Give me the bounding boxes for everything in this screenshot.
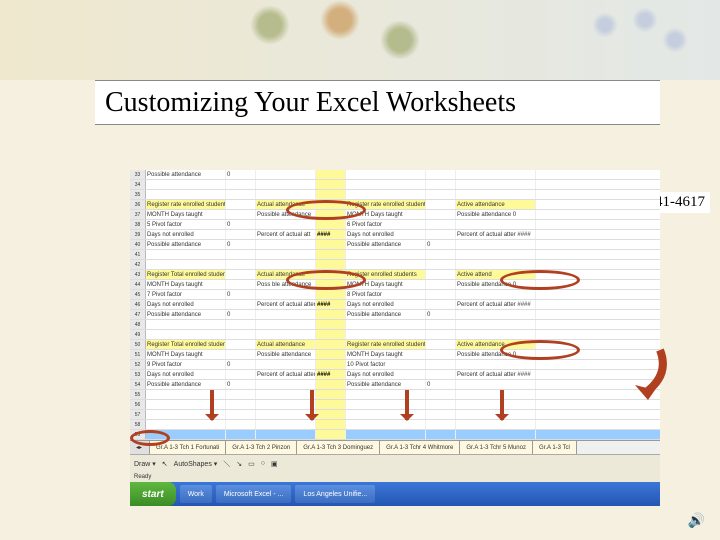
sheet-tab[interactable]: Gr.A 1-3 Tch 1 Fortunati — [150, 441, 226, 454]
leaf-decoration — [320, 0, 360, 40]
draw-toolbar: Draw ▾ ↖ AutoShapes ▾ ＼ ↘ ▭ ○ ▣ — [130, 454, 660, 472]
sheet-tab[interactable]: Gr.A 1-3 Tch 2 Pinzon — [226, 441, 297, 454]
rect-icon[interactable]: ▭ — [248, 460, 255, 468]
flower-decoration — [660, 25, 690, 55]
status-label: Ready — [134, 474, 151, 480]
grid-row: 36Register rate enrolled studentsActual … — [130, 200, 660, 210]
grid-row: 34 — [130, 180, 660, 190]
annotation-arrow-icon — [405, 390, 409, 420]
arrow-icon[interactable]: ↘ — [236, 460, 242, 468]
flower-decoration — [590, 10, 620, 40]
pointer-icon[interactable]: ↖ — [162, 460, 168, 468]
excel-screenshot: 33Possible attendance0343536Register rat… — [130, 170, 660, 506]
line-icon[interactable]: ＼ — [223, 459, 230, 469]
windows-taskbar: start Work Microsoft Excel - ... Los Ang… — [130, 482, 660, 506]
grid-row: 46Days not enrolledPercent of actual att… — [130, 300, 660, 310]
grid-row: 54Possible attendance0Possible attendanc… — [130, 380, 660, 390]
grid-row: 385 Pivot factor06 Pivot factor — [130, 220, 660, 230]
grid-row: 41 — [130, 250, 660, 260]
grid-row: 43Register Total enrolled studentsActual… — [130, 270, 660, 280]
autoshapes-menu[interactable]: AutoShapes ▾ — [174, 460, 218, 468]
annotation-arrow-icon — [210, 390, 214, 420]
grid-row: 529 Pivot factor010 Pivot factor — [130, 360, 660, 370]
annotation-arrow-icon — [310, 390, 314, 420]
grid-row: 48 — [130, 320, 660, 330]
page-title: Customizing Your Excel Worksheets — [105, 87, 516, 119]
tab-nav-icon[interactable]: ◂▸ — [130, 441, 150, 454]
draw-menu[interactable]: Draw ▾ — [134, 460, 156, 468]
grid-row: 42 — [130, 260, 660, 270]
status-bar: Ready — [130, 472, 660, 482]
leaf-decoration — [250, 5, 290, 45]
grid-row: 50Register Total enrolled studentsActual… — [130, 340, 660, 350]
sheet-tab[interactable]: Gr.A 1-3 Tchr 5 Munoz — [460, 441, 533, 454]
grid-row: 53Days not enrolledPercent of actual att… — [130, 370, 660, 380]
grid-row: 47Possible attendance0Possible attendanc… — [130, 310, 660, 320]
grid-row: 51MONTH Days taughtPossible attendanceMO… — [130, 350, 660, 360]
grid-row: 40Possible attendance0Possible attendanc… — [130, 240, 660, 250]
taskbar-item[interactable]: Work — [180, 485, 212, 503]
sheet-tab[interactable]: Gr.A 1-3 Tchr 4 Whitmore — [380, 441, 460, 454]
grid-row: 59 — [130, 430, 660, 440]
grid-row: 39Days not enrolledPercent of actual att… — [130, 230, 660, 240]
sheet-tab[interactable]: Gr.A 1-3 Tcl — [533, 441, 577, 454]
grid-row: 35 — [130, 190, 660, 200]
annotation-arrow-icon — [500, 390, 504, 420]
textbox-icon[interactable]: ▣ — [271, 460, 278, 468]
taskbar-item[interactable]: Microsoft Excel - ... — [216, 485, 292, 503]
grid-row: 44MONTH Days taughtPoss ble attendanceMO… — [130, 280, 660, 290]
start-label: start — [142, 489, 164, 500]
taskbar-item[interactable]: Los Angeles Unifie... — [295, 485, 375, 503]
title-bar: Customizing Your Excel Worksheets — [95, 80, 660, 125]
flower-decoration — [630, 5, 660, 35]
grid-row: 457 Pivot factor08 Pivot factor — [130, 290, 660, 300]
sound-icon[interactable]: 🔊 — [688, 513, 705, 530]
oval-icon[interactable]: ○ — [261, 460, 265, 467]
grid-row: 49 — [130, 330, 660, 340]
sheet-tabs: ◂▸ Gr.A 1-3 Tch 1 FortunatiGr.A 1-3 Tch … — [130, 440, 660, 454]
grid-row: 37MONTH Days taughtPossible attendanceMO… — [130, 210, 660, 220]
sheet-tab[interactable]: Gr.A 1-3 Tch 3 Dominguez — [297, 441, 380, 454]
start-button[interactable]: start — [130, 482, 176, 506]
grid-row: 33Possible attendance0 — [130, 170, 660, 180]
curved-arrow-icon — [610, 345, 670, 400]
